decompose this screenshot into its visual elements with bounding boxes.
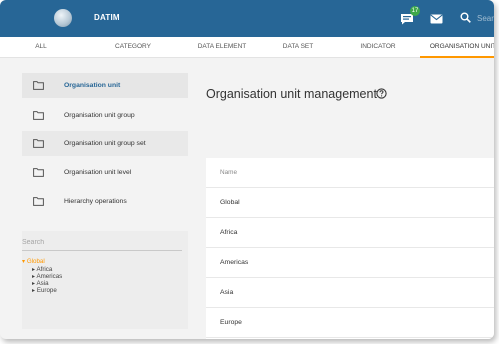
sidebar-item-label: Organisation unit group — [64, 112, 135, 119]
sidebar-item-label: Organisation unit level — [64, 169, 132, 176]
tab-all[interactable]: ALL — [10, 37, 72, 58]
sidebar-item-label: Organisation unit — [64, 82, 121, 89]
folder-icon — [33, 197, 44, 206]
table-row[interactable]: Global — [206, 188, 494, 218]
page-title: Organisation unit management — [206, 87, 377, 101]
tab-organisation-unit[interactable]: ORGANISATION UNIT — [420, 37, 494, 58]
app-window: DATIM 17 ALL CATEGORY DATA ELEMENT DATA … — [0, 0, 494, 339]
table-row[interactable]: Asia — [206, 278, 494, 308]
sidebar-item-label: Organisation unit group set — [64, 140, 146, 147]
sidebar-item-label: Hierarchy operations — [64, 198, 127, 205]
table-header: Name — [206, 158, 494, 188]
sidebar-item-organisation-unit[interactable]: Organisation unit — [22, 73, 188, 98]
search-icon[interactable] — [460, 12, 471, 23]
column-header-name[interactable]: Name — [220, 169, 237, 176]
header-search-input[interactable] — [477, 11, 494, 25]
tree-node-americas[interactable]: ▸ Americas — [32, 273, 62, 280]
sidebar-item-organisation-unit-group-set[interactable]: Organisation unit group set — [22, 131, 188, 156]
folder-icon — [33, 81, 44, 90]
sidebar-item-organisation-unit-group[interactable]: Organisation unit group — [22, 103, 188, 128]
table-row[interactable]: Africa — [206, 218, 494, 248]
tree-node-global[interactable]: ▾ Global — [22, 258, 45, 265]
folder-icon — [33, 168, 44, 177]
tree-node-africa[interactable]: ▸ Africa — [32, 266, 52, 273]
table-row[interactable]: Americas — [206, 248, 494, 278]
sidebar-item-organisation-unit-level[interactable]: Organisation unit level — [22, 160, 188, 185]
table-cell-name: Africa — [220, 229, 238, 236]
notification-badge: 17 — [410, 6, 420, 16]
org-unit-tree: ▾ Global ▸ Africa ▸ Americas ▸ Asia ▸ Eu… — [22, 231, 188, 329]
folder-icon — [33, 111, 44, 120]
mail-icon[interactable] — [430, 14, 443, 24]
tree-node-europe[interactable]: ▸ Europe — [32, 287, 57, 294]
tab-indicator[interactable]: INDICATOR — [350, 37, 406, 58]
table-row[interactable]: Europe — [206, 308, 494, 338]
help-icon[interactable] — [376, 88, 387, 99]
tree-search-input[interactable] — [22, 235, 182, 251]
table-cell-name: Europe — [220, 319, 242, 326]
table-cell-name: Americas — [220, 259, 249, 266]
org-unit-table: Name Global Africa Americas Asia Europe — [206, 158, 494, 339]
tree-node-asia[interactable]: ▸ Asia — [32, 280, 49, 287]
tab-data-element[interactable]: DATA ELEMENT — [186, 37, 258, 58]
table-cell-name: Asia — [220, 289, 234, 296]
app-name: DATIM — [94, 13, 120, 22]
table-cell-name: Global — [220, 199, 240, 206]
dhis2-logo-icon[interactable] — [54, 9, 72, 27]
sidebar-item-hierarchy-operations[interactable]: Hierarchy operations — [22, 189, 188, 214]
tab-bar: ALL CATEGORY DATA ELEMENT DATA SET INDIC… — [0, 37, 494, 58]
tab-data-set[interactable]: DATA SET — [270, 37, 326, 58]
tab-category[interactable]: CATEGORY — [94, 37, 172, 58]
top-bar: DATIM 17 — [0, 0, 494, 37]
folder-icon — [33, 139, 44, 148]
